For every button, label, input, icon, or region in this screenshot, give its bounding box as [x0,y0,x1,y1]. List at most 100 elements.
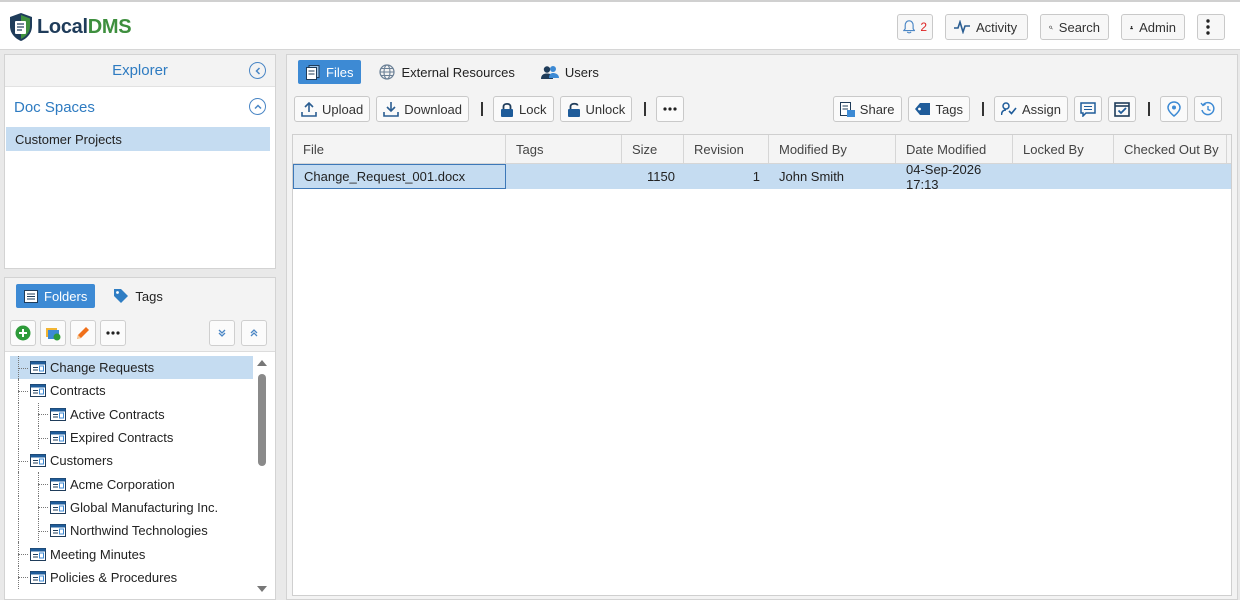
tree-item[interactable]: Global Manufacturing Inc. [10,495,253,520]
rename-folder-button[interactable] [70,319,96,346]
shield-logo-icon [10,13,32,41]
tree-item[interactable]: Active Contracts [10,402,253,426]
collapse-all-button[interactable] [241,320,267,346]
files-table: File Tags Size Revision Modified By Date… [292,134,1232,596]
tag-icon [114,289,129,303]
activity-label: Activity [976,19,1018,35]
tree-item-label: Policies & Procedures [50,569,178,585]
tab-tags-label: Tags [135,288,163,304]
tree-item[interactable]: Policies & Procedures [10,565,253,589]
app-name: LocalDMS [37,15,132,39]
scrollbar-thumb[interactable] [258,374,266,466]
kebab-menu-icon [1206,19,1210,35]
tree-connector-vertical [18,495,19,520]
activity-button[interactable]: Activity [945,14,1028,40]
scroll-up-arrow-icon[interactable] [255,358,269,368]
logo-text-dms: DMS [87,15,132,38]
assign-user-icon [1000,102,1017,116]
tree-connector [10,449,30,473]
assign-button[interactable]: Assign [993,96,1068,122]
upload-label: Upload [322,101,364,117]
tasks-button[interactable] [1108,96,1136,122]
table-header: File Tags Size Revision Modified By Date… [293,135,1231,164]
comments-button[interactable] [1074,96,1102,122]
tree-item[interactable]: Change Requests [10,356,253,380]
column-date-modified[interactable]: Date Modified [896,135,1013,163]
column-size[interactable]: Size [622,135,684,163]
tree-item[interactable]: Acme Corporation [10,472,253,496]
tree-connector [10,425,50,450]
scroll-down-arrow-icon[interactable] [255,584,269,594]
cell-file[interactable]: Change_Request_001.docx [293,164,506,189]
folder-tree-scrollbar[interactable] [255,356,269,596]
upload-button[interactable]: Upload [294,96,371,122]
tree-item[interactable]: Contracts [10,379,253,403]
tree-connector [10,472,50,496]
add-folder-button[interactable] [10,319,36,346]
folder-icon [30,361,46,375]
tree-connector [10,519,50,543]
more-menu-button[interactable] [1197,14,1225,40]
toolbar-divider [981,102,984,116]
tree-item-label: Meeting Minutes [50,546,146,562]
user-menu-button[interactable]: Admin [1121,14,1185,40]
tab-files[interactable]: Files [298,60,362,84]
cell-revision: 1 [752,169,760,184]
logo-text-local: Local [37,15,88,38]
explorer-panel: Explorer Doc Spaces Customer Projects [4,54,276,269]
table-row[interactable]: Change_Request_001.docx 1150 1 John Smit… [293,162,1231,192]
tree-connector-vertical [18,449,19,473]
tab-tags[interactable]: Tags [105,284,170,308]
tree-item-label: Acme Corporation [70,476,175,492]
users-icon [540,65,559,79]
tree-connector-vertical [18,402,19,426]
cell-checked-out-by [1114,164,1227,189]
column-tags[interactable]: Tags [506,135,622,163]
tree-item-label: Global Manufacturing Inc. [70,499,219,515]
tab-external-resources[interactable]: External Resources [371,60,522,84]
tree-connector-horizontal [38,437,48,439]
tree-connector-vertical [38,495,39,520]
expand-all-button[interactable] [209,320,235,346]
tree-item[interactable]: Customers [10,449,253,473]
collapse-docspaces-button[interactable] [249,98,266,115]
tags-button[interactable]: Tags [907,96,970,122]
lock-button[interactable]: Lock [493,96,554,122]
folders-icon [24,289,38,303]
column-locked-by[interactable]: Locked By [1013,135,1114,163]
tree-item[interactable]: Northwind Technologies [10,519,253,543]
download-button[interactable]: Download [376,96,470,122]
app-logo[interactable]: LocalDMS [9,11,132,43]
tree-connector-vertical [38,402,39,426]
more-actions-button[interactable] [656,96,685,122]
tab-users[interactable]: Users [533,60,607,84]
watch-button[interactable] [1160,96,1188,122]
upload-icon [301,101,317,117]
tree-connector-horizontal [38,414,48,416]
tree-item[interactable]: Expired Contracts [10,425,253,450]
search-icon [1049,25,1053,29]
tab-folders[interactable]: Folders [16,284,96,308]
history-button[interactable] [1194,96,1222,122]
folder-icon [30,570,46,584]
column-modified-by[interactable]: Modified By [769,135,896,163]
tree-item[interactable]: Meeting Minutes [10,542,253,566]
cell-modified-by: John Smith [779,169,845,184]
search-button[interactable]: Search [1040,14,1109,40]
column-checked-out-by[interactable]: Checked Out By [1114,135,1227,163]
explorer-title: Explorer [112,62,168,79]
bell-icon [903,20,916,34]
docspace-item[interactable]: Customer Projects [6,127,270,151]
comment-icon [1080,101,1096,117]
folder-icon [50,431,66,445]
tags-icon [914,103,930,115]
share-button[interactable]: Share [832,96,902,122]
folder-more-button[interactable] [100,319,126,346]
notifications-button[interactable]: 2 [897,14,933,40]
unlock-button[interactable]: Unlock [559,96,633,122]
new-subfolder-button[interactable] [40,319,66,346]
collapse-explorer-button[interactable] [249,62,266,79]
column-file[interactable]: File [293,135,506,163]
column-revision[interactable]: Revision [684,135,769,163]
tree-item-label: Expired Contracts [70,430,174,446]
